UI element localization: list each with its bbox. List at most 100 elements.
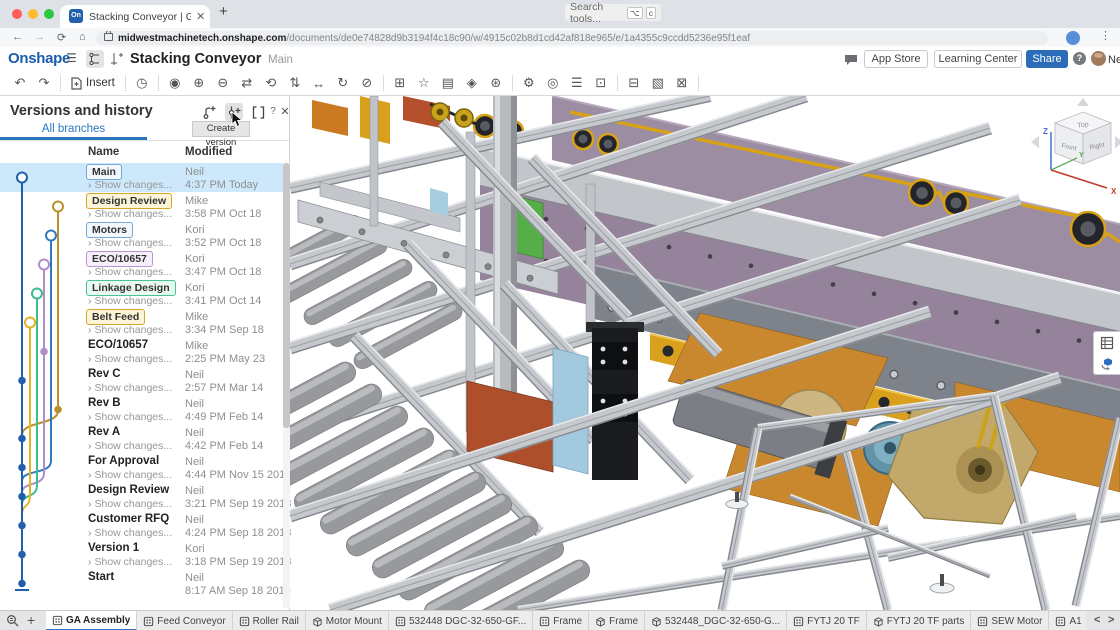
show-changes-link[interactable]: ›Show changes... bbox=[88, 208, 172, 220]
insert-button[interactable]: Insert bbox=[65, 77, 121, 90]
show-changes-link[interactable]: ›Show changes... bbox=[88, 353, 172, 365]
snapshot-icon[interactable]: ☆ bbox=[412, 75, 436, 91]
drawing-icon[interactable]: ⊟ bbox=[622, 75, 646, 91]
version-row[interactable]: Rev C›Show changes...Neil2:57 PM Mar 14 bbox=[0, 366, 283, 395]
element-tab-feed-conveyor[interactable]: Feed Conveyor bbox=[137, 611, 232, 630]
version-badge[interactable]: Design Review bbox=[86, 193, 172, 209]
element-tab-ga-assembly[interactable]: GA Assembly bbox=[46, 611, 137, 630]
publish-icon[interactable]: ⊠ bbox=[670, 75, 694, 91]
show-changes-link[interactable]: ›Show changes... bbox=[88, 324, 172, 336]
appearance-icon[interactable]: ⊡ bbox=[589, 75, 613, 91]
comments-icon[interactable] bbox=[844, 54, 858, 66]
explode-icon[interactable]: ⊛ bbox=[484, 75, 508, 91]
tab-all-branches[interactable]: All branches bbox=[0, 123, 147, 135]
viewport-3d[interactable]: Top Front Right Z X Y ▼ bbox=[290, 96, 1120, 610]
version-row[interactable]: Belt Feed›Show changes...Mike3:34 PM Sep… bbox=[0, 308, 283, 337]
version-row[interactable]: Customer RFQ›Show changes...Neil4:24 PM … bbox=[0, 511, 283, 540]
show-changes-link[interactable]: ›Show changes... bbox=[88, 411, 172, 423]
planar-mate-icon[interactable]: ⇄ bbox=[235, 75, 259, 91]
sync-part-icon[interactable] bbox=[1100, 355, 1115, 370]
share-button[interactable]: Share bbox=[1026, 50, 1068, 68]
version-row[interactable]: Linkage Design›Show changes...Kori3:41 P… bbox=[0, 279, 283, 308]
main-menu-icon[interactable]: ☰ bbox=[66, 51, 77, 65]
reload-icon[interactable]: ⟳ bbox=[57, 31, 66, 44]
show-changes-link[interactable]: ›Show changes... bbox=[88, 237, 172, 249]
version-badge[interactable]: Linkage Design bbox=[86, 280, 176, 296]
version-row[interactable]: ECO/10657›Show changes...Mike2:25 PM May… bbox=[0, 337, 283, 366]
browser-menu-icon[interactable]: ⋮ bbox=[1100, 29, 1111, 42]
gear-relation-icon[interactable]: ⊘ bbox=[355, 75, 379, 91]
panel-close-icon[interactable]: ✕ bbox=[278, 103, 292, 121]
redo-icon[interactable]: ↷ bbox=[32, 75, 56, 91]
slider-mate-icon[interactable]: ⊖ bbox=[211, 75, 235, 91]
cylindrical-mate-icon[interactable]: ⟲ bbox=[259, 75, 283, 91]
version-badge[interactable]: ECO/10657 bbox=[86, 251, 153, 267]
browser-tab[interactable]: On Stacking Conveyor | GA Assem ✕ bbox=[60, 5, 210, 28]
version-row[interactable]: Main›Show changes...Neil4:37 PM Today bbox=[0, 163, 283, 192]
ball-mate-icon[interactable]: ↻ bbox=[331, 75, 355, 91]
configurations-icon[interactable]: ⚙ bbox=[517, 75, 541, 91]
show-changes-link[interactable]: ›Show changes... bbox=[88, 179, 172, 191]
version-row[interactable]: For Approval›Show changes...Neil4:44 PM … bbox=[0, 453, 283, 482]
version-row[interactable]: Rev B›Show changes...Neil4:49 PM Feb 14 bbox=[0, 395, 283, 424]
show-changes-link[interactable]: ›Show changes... bbox=[88, 469, 172, 481]
back-icon[interactable]: ← bbox=[12, 31, 23, 43]
version-row[interactable]: Design Review›Show changes...Mike3:58 PM… bbox=[0, 192, 283, 221]
window-minimize-button[interactable] bbox=[28, 9, 38, 19]
element-tab-fytj-20-tf-parts[interactable]: FYTJ 20 TF parts bbox=[867, 611, 972, 630]
panel-scrollbar[interactable] bbox=[283, 163, 290, 608]
compare-versions-icon[interactable] bbox=[249, 103, 267, 121]
element-tab-frame[interactable]: Frame bbox=[589, 611, 645, 630]
rotate-left-arrow[interactable] bbox=[1031, 136, 1039, 148]
follow-mode-icon[interactable] bbox=[108, 50, 126, 68]
tab-close-icon[interactable]: ✕ bbox=[196, 10, 205, 23]
element-tab-roller-rail[interactable]: Roller Rail bbox=[233, 611, 306, 630]
user-name[interactable]: Neil bbox=[1108, 54, 1120, 66]
version-badge[interactable]: Belt Feed bbox=[86, 309, 145, 325]
version-row[interactable]: Version 1›Show changes...Kori3:18 PM Sep… bbox=[0, 540, 283, 569]
undo-icon[interactable]: ↶ bbox=[8, 75, 32, 91]
rotate-up-arrow[interactable] bbox=[1077, 98, 1089, 106]
add-element-button[interactable]: + bbox=[27, 612, 35, 628]
new-tab-button[interactable]: + bbox=[219, 3, 228, 20]
show-changes-link[interactable]: ›Show changes... bbox=[88, 498, 172, 510]
version-badge[interactable]: Motors bbox=[86, 222, 133, 238]
create-branch-icon[interactable] bbox=[200, 103, 218, 121]
version-row[interactable]: Rev A›Show changes...Neil4:42 PM Feb 14 bbox=[0, 424, 283, 453]
window-zoom-button[interactable] bbox=[44, 9, 54, 19]
versions-history-icon[interactable] bbox=[86, 50, 104, 68]
element-tab-a1[interactable]: A1 bbox=[1049, 611, 1086, 630]
replicate-icon[interactable]: ◈ bbox=[460, 75, 484, 91]
version-row[interactable]: Design Review›Show changes...Neil3:21 PM… bbox=[0, 482, 283, 511]
element-tab-fytj-20-tf[interactable]: FYTJ 20 TF bbox=[787, 611, 867, 630]
pattern-icon[interactable]: ▤ bbox=[436, 75, 460, 91]
group-icon[interactable]: ⊞ bbox=[388, 75, 412, 91]
browser-profile-icon[interactable] bbox=[1066, 31, 1080, 45]
element-tab-532448-dgc-32-650-gf[interactable]: 532448 DGC-32-650-GF... bbox=[389, 611, 533, 630]
help-icon[interactable]: ? bbox=[1073, 52, 1086, 65]
element-tab-sew-motor[interactable]: SEW Motor bbox=[971, 611, 1049, 630]
show-changes-link[interactable]: ›Show changes... bbox=[88, 556, 172, 568]
version-badge[interactable]: Main bbox=[86, 164, 122, 180]
bom-table-icon[interactable] bbox=[1100, 336, 1114, 350]
rotate-right-arrow[interactable] bbox=[1115, 136, 1120, 148]
user-avatar[interactable] bbox=[1091, 51, 1106, 66]
tabs-scroll-left-icon[interactable]: < bbox=[1094, 614, 1100, 626]
show-changes-link[interactable]: ›Show changes... bbox=[88, 440, 172, 452]
show-changes-link[interactable]: ›Show changes... bbox=[88, 382, 172, 394]
app-store-button[interactable]: App Store bbox=[864, 50, 928, 68]
version-row[interactable]: StartNeil8:17 AM Sep 18 2018 bbox=[0, 569, 283, 598]
show-changes-link[interactable]: ›Show changes... bbox=[88, 295, 172, 307]
tabs-scroll-right-icon[interactable]: > bbox=[1108, 614, 1114, 626]
rollback-icon[interactable]: ◷ bbox=[130, 75, 154, 91]
version-row[interactable]: Motors›Show changes...Kori3:52 PM Oct 18 bbox=[0, 221, 283, 250]
sheet-icon[interactable]: ▧ bbox=[646, 75, 670, 91]
mate-icon[interactable]: ◉ bbox=[163, 75, 187, 91]
element-tab-532448-dgc-32-650-g[interactable]: 532448_DGC-32-650-G... bbox=[645, 611, 787, 630]
element-tab-frame[interactable]: Frame bbox=[533, 611, 589, 630]
fastened-mate-icon[interactable]: ↔ bbox=[307, 76, 331, 91]
bom-icon[interactable]: ☰ bbox=[565, 75, 589, 91]
view-cube[interactable]: Top Front Right Z X Y bbox=[1025, 96, 1120, 196]
pin-slot-mate-icon[interactable]: ⇅ bbox=[283, 75, 307, 91]
version-row[interactable]: ECO/10657›Show changes...Kori3:47 PM Oct… bbox=[0, 250, 283, 279]
